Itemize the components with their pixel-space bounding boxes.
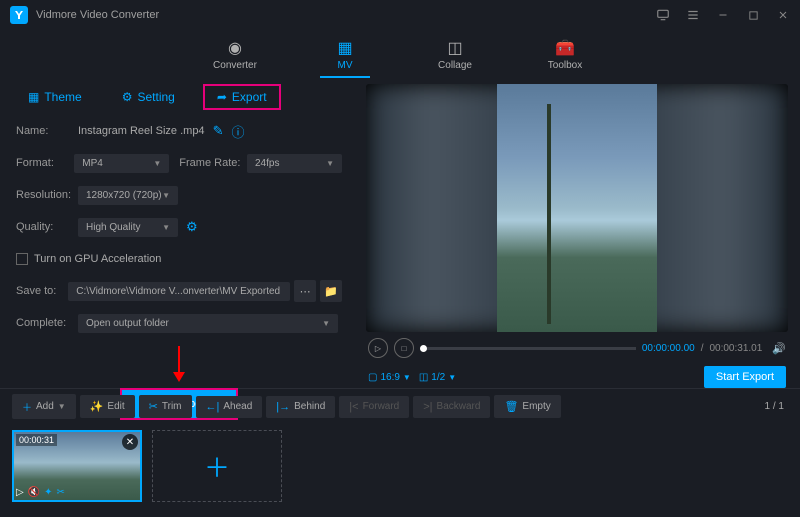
quality-gear-icon[interactable]: ⚙	[186, 219, 198, 235]
backward-icon: >|	[423, 401, 432, 413]
ahead-button[interactable]: ←|Ahead	[196, 396, 263, 418]
setting-icon: ⚙	[122, 90, 133, 104]
resolution-label: Resolution:	[16, 189, 78, 201]
nav-collage[interactable]: ◫ Collage	[425, 30, 485, 78]
thumb-duration: 00:00:31	[16, 434, 57, 446]
forward-button[interactable]: |<Forward	[339, 396, 409, 418]
resolution-select[interactable]: 1280x720 (720p)▼	[78, 186, 178, 205]
aspect-select[interactable]: ▢16:9▼	[368, 372, 411, 383]
saveto-field[interactable]: C:\Vidmore\Vidmore V...onverter\MV Expor…	[68, 282, 290, 301]
edit-name-icon[interactable]: ✎	[213, 123, 224, 139]
format-label: Format:	[16, 157, 74, 169]
time-total: 00:00:31.01	[709, 343, 762, 354]
framerate-select[interactable]: 24fps▼	[247, 154, 342, 173]
browse-button[interactable]: ⋯	[294, 280, 316, 302]
right-panel: ▷ □ 00:00:00.00/00:00:31.01 🔊 ▢16:9▼ ◫1/…	[358, 78, 800, 388]
complete-label: Complete:	[16, 317, 78, 329]
behind-icon: |→	[276, 401, 290, 413]
ahead-icon: ←|	[206, 401, 220, 413]
time-current: 00:00:00.00	[642, 343, 695, 354]
gpu-label: Turn on GPU Acceleration	[34, 253, 161, 265]
page-counter: 1 / 1	[765, 401, 784, 412]
page-select[interactable]: ◫1/2▼	[419, 372, 456, 383]
name-label: Name:	[16, 125, 78, 137]
scissors-icon: ✂	[149, 400, 158, 413]
feedback-icon[interactable]	[656, 8, 670, 22]
saveto-label: Save to:	[16, 285, 68, 297]
thumb-mute-icon[interactable]: 🔇	[28, 487, 40, 498]
info-icon[interactable]: ⓘ	[231, 122, 244, 141]
quality-label: Quality:	[16, 221, 78, 233]
maximize-icon[interactable]	[746, 8, 760, 22]
trash-icon: 🗑	[504, 400, 518, 413]
name-value: Instagram Reel Size .mp4	[78, 125, 205, 137]
export-icon: ➦	[217, 90, 227, 104]
page-icon: ◫	[419, 372, 428, 383]
start-export-button-2[interactable]: Start Export	[704, 366, 786, 388]
tab-setting[interactable]: ⚙Setting	[110, 84, 187, 110]
edit-button[interactable]: ✨Edit	[80, 395, 135, 418]
top-nav: ◉ Converter ▦ MV ◫ Collage 🧰 Toolbox	[0, 30, 800, 78]
tab-theme[interactable]: ▦Theme	[16, 84, 94, 110]
empty-button[interactable]: 🗑Empty	[494, 395, 560, 418]
play-button[interactable]: ▷	[368, 338, 388, 358]
progress-bar[interactable]	[420, 347, 636, 350]
tab-export[interactable]: ➦Export	[203, 84, 281, 110]
complete-select[interactable]: Open output folder▼	[78, 314, 338, 333]
framerate-label: Frame Rate:	[179, 157, 247, 169]
gpu-checkbox[interactable]	[16, 253, 28, 265]
toolbox-icon: 🧰	[555, 38, 575, 58]
add-thumbnail-button[interactable]: ＋	[152, 430, 282, 502]
thumb-star-icon[interactable]: ✦	[44, 487, 52, 498]
menu-icon[interactable]	[686, 8, 700, 22]
mv-icon: ▦	[337, 38, 352, 58]
close-icon[interactable]	[776, 8, 790, 22]
converter-icon: ◉	[228, 38, 242, 58]
nav-mv[interactable]: ▦ MV	[315, 30, 375, 78]
titlebar: Vidmore Video Converter	[0, 0, 800, 30]
video-preview[interactable]	[366, 84, 788, 332]
format-select[interactable]: MP4▼	[74, 154, 169, 173]
add-button[interactable]: ＋Add▼	[12, 394, 76, 419]
behind-button[interactable]: |→Behind	[266, 396, 335, 418]
minimize-icon[interactable]	[716, 8, 730, 22]
backward-button[interactable]: >|Backward	[413, 396, 490, 418]
callout-arrow-icon	[16, 346, 342, 382]
thumbnail-1[interactable]: 00:00:31 ✕ ▷ 🔇 ✦ ✂	[12, 430, 142, 502]
app-logo	[10, 6, 28, 24]
thumb-remove-icon[interactable]: ✕	[122, 434, 138, 450]
nav-converter[interactable]: ◉ Converter	[205, 30, 265, 78]
thumb-play-icon[interactable]: ▷	[16, 487, 24, 498]
theme-icon: ▦	[28, 90, 39, 104]
thumbnail-strip: 00:00:31 ✕ ▷ 🔇 ✦ ✂ ＋	[0, 424, 800, 508]
app-title: Vidmore Video Converter	[36, 9, 656, 21]
collage-icon: ◫	[447, 38, 462, 58]
left-panel: ▦Theme ⚙Setting ➦Export Name: Instagram …	[0, 78, 358, 388]
open-folder-icon[interactable]: 📁	[320, 280, 342, 302]
wand-icon: ✨	[90, 400, 104, 413]
trim-button[interactable]: ✂Trim	[139, 395, 192, 418]
thumb-scissors-icon[interactable]: ✂	[57, 487, 65, 498]
nav-toolbox[interactable]: 🧰 Toolbox	[535, 30, 595, 78]
aspect-icon: ▢	[368, 372, 377, 383]
stop-button[interactable]: □	[394, 338, 414, 358]
quality-select[interactable]: High Quality▼	[78, 218, 178, 237]
volume-icon[interactable]: 🔊	[772, 342, 786, 355]
forward-icon: |<	[349, 401, 358, 413]
